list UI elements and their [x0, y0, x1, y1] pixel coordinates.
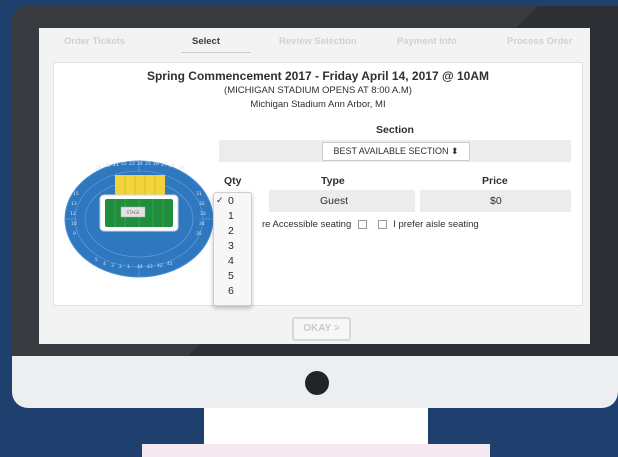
- progress-steps: Order Tickets Select Review Selection Pa…: [39, 28, 590, 56]
- svg-text:43: 43: [147, 264, 153, 270]
- svg-text:20: 20: [105, 163, 111, 169]
- event-title: Spring Commencement 2017 - Friday April …: [146, 69, 490, 83]
- qty-option[interactable]: 1: [214, 209, 251, 224]
- svg-text:29: 29: [179, 165, 185, 171]
- svg-text:13: 13: [71, 201, 77, 207]
- event-venue: Michigan Stadium Ann Arbor, MI: [250, 99, 386, 110]
- aisle-label: I prefer aisle seating: [393, 219, 479, 230]
- svg-text:15: 15: [73, 191, 79, 197]
- svg-text:23: 23: [129, 161, 135, 167]
- monitor-stand: [204, 408, 428, 444]
- section-label: Section: [376, 124, 414, 136]
- accessible-label: re Accessible seating: [262, 219, 352, 230]
- qty-header: Qty: [224, 175, 242, 187]
- svg-text:44: 44: [137, 264, 143, 270]
- ticket-type: Guest: [320, 195, 349, 207]
- accessible-checkbox[interactable]: [357, 219, 367, 229]
- svg-text:9: 9: [73, 231, 76, 237]
- stadium-map[interactable]: STAGE 19 20 21 22 23 24 25 26 27 28 29 151312 1…: [61, 155, 221, 283]
- checkmark-icon: ✓: [216, 195, 224, 205]
- svg-text:31: 31: [196, 191, 202, 197]
- ticket-panel: Spring Commencement 2017 - Friday April …: [53, 62, 583, 306]
- qty-option[interactable]: ✓ 0: [214, 194, 251, 209]
- monitor-base: [142, 444, 490, 457]
- svg-text:5: 5: [95, 257, 98, 263]
- price-header: Price: [482, 175, 508, 187]
- step-order-tickets: Order Tickets: [64, 36, 126, 47]
- svg-text:2: 2: [119, 264, 122, 270]
- power-button-icon: [305, 371, 329, 395]
- svg-text:41: 41: [167, 261, 173, 267]
- qty-option[interactable]: 2: [214, 224, 251, 239]
- active-step-underline: [181, 52, 251, 53]
- qty-dropdown[interactable]: ✓ 0 1 2 3 4 5 6: [213, 192, 252, 306]
- svg-text:24: 24: [137, 161, 143, 167]
- ticket-price: $0: [490, 195, 502, 207]
- step-review-selection: Review Selection: [279, 36, 357, 47]
- stage-label: STAGE: [127, 210, 140, 215]
- svg-text:34: 34: [199, 221, 205, 227]
- svg-text:26: 26: [153, 161, 159, 167]
- qty-option[interactable]: 4: [214, 254, 251, 269]
- section-bar: BEST AVAILABLE SECTION ⬍: [219, 140, 571, 162]
- svg-text:25: 25: [145, 161, 151, 167]
- svg-text:35: 35: [196, 231, 202, 237]
- svg-text:21: 21: [113, 162, 119, 168]
- aisle-checkbox[interactable]: [377, 219, 387, 229]
- event-doors: (MICHIGAN STADIUM OPENS AT 8:00 A.M): [224, 85, 412, 96]
- section-select-value: BEST AVAILABLE SECTION: [333, 146, 449, 156]
- svg-text:27: 27: [161, 162, 167, 168]
- svg-text:42: 42: [157, 263, 163, 269]
- svg-text:28: 28: [169, 163, 175, 169]
- svg-text:32: 32: [199, 201, 205, 207]
- qty-option[interactable]: 5: [214, 269, 251, 284]
- highlighted-sections: [115, 175, 165, 195]
- svg-text:22: 22: [121, 161, 127, 167]
- okay-button[interactable]: OKAY >: [292, 317, 351, 341]
- svg-text:1: 1: [127, 264, 130, 270]
- svg-text:33: 33: [200, 211, 206, 217]
- step-process-order: Process Order: [507, 36, 573, 47]
- qty-option[interactable]: 3: [214, 239, 251, 254]
- seating-preferences: re Accessible seating I prefer aisle sea…: [262, 219, 479, 230]
- step-payment-info: Payment Info: [397, 36, 457, 47]
- type-header: Type: [321, 175, 345, 187]
- step-select: Select: [192, 36, 220, 47]
- svg-text:19: 19: [95, 165, 101, 171]
- svg-text:12: 12: [70, 211, 76, 217]
- svg-text:3: 3: [111, 263, 114, 269]
- qty-option[interactable]: 6: [214, 284, 251, 299]
- svg-text:10: 10: [71, 221, 77, 227]
- section-select[interactable]: BEST AVAILABLE SECTION ⬍: [322, 142, 470, 161]
- updown-chevron-icon: ⬍: [451, 146, 459, 156]
- screen: Order Tickets Select Review Selection Pa…: [39, 28, 590, 344]
- svg-text:4: 4: [103, 261, 106, 267]
